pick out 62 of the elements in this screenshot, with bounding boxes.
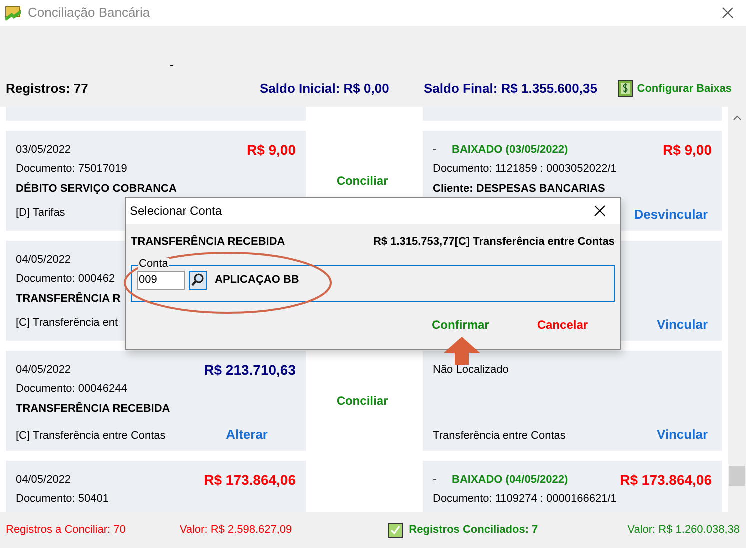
app-icon xyxy=(4,4,22,22)
match-document: Documento: 1109274 : 0000166621/1 xyxy=(433,493,617,505)
dash-text: - xyxy=(433,472,438,488)
record-amount: R$ 9,00 xyxy=(246,140,296,160)
record-category: [D] Tarifas xyxy=(16,206,66,221)
money-icon xyxy=(618,80,634,98)
search-button[interactable] xyxy=(189,270,207,290)
reconciled-count: Registros Conciliados: 7 xyxy=(409,522,538,538)
group-legend: Conta xyxy=(138,258,170,270)
configure-button[interactable]: Configurar Baixas xyxy=(618,80,732,98)
reconciled-value: Valor: R$ 1.260.038,38 xyxy=(628,522,740,538)
account-code-field[interactable]: 009 xyxy=(137,270,185,290)
record-amount: R$ 213.710,63 xyxy=(204,360,296,380)
record-date: 03/05/2022 xyxy=(16,142,72,158)
link-link[interactable]: Vincular xyxy=(656,425,708,444)
confirm-button[interactable]: Confirmar xyxy=(432,316,490,334)
record-document: Documento: 75017019 xyxy=(16,163,128,175)
record-title: TRANSFERÊNCIA R xyxy=(16,293,121,305)
closing-balance: Saldo Final: R$ 1.355.600,35 xyxy=(424,80,598,98)
link-link[interactable]: Vincular xyxy=(656,315,708,334)
record-date: 04/05/2022 xyxy=(16,252,72,268)
status-text: BAIXADO (03/05/2022) xyxy=(452,142,568,158)
record-amount: R$ 173.864,06 xyxy=(204,470,296,490)
dash-text: - xyxy=(433,142,438,158)
record-title: TRANSFERÊNCIA RECEBIDA xyxy=(16,403,170,415)
reconcile-link[interactable]: Conciliar xyxy=(336,392,388,410)
record-document: Documento: 00046244 xyxy=(16,383,128,395)
record-category: [C] Transferência ent xyxy=(16,316,118,331)
unlink-link[interactable]: Desvincular xyxy=(634,205,708,224)
match-category: Transferência entre Contas xyxy=(433,429,566,444)
scroll-up-icon[interactable] xyxy=(732,115,742,121)
transaction-title: TRANSFERÊNCIA RECEBIDA xyxy=(131,234,286,250)
reconcile-link[interactable]: Conciliar xyxy=(336,172,388,190)
dash-text: - xyxy=(170,57,174,74)
cancel-button[interactable]: Cancelar xyxy=(537,316,588,334)
scroll-thumb[interactable] xyxy=(729,466,745,486)
match-amount: R$ 173.864,06 xyxy=(620,470,712,490)
alterar-link[interactable]: Alterar xyxy=(226,425,268,444)
window-title: Conciliação Bancária xyxy=(28,4,150,22)
search-icon xyxy=(191,273,205,287)
opening-balance: Saldo Inicial: R$ 0,00 xyxy=(260,80,390,98)
pending-count: Registros a Conciliar: 70 xyxy=(6,522,126,538)
account-name: APLICAÇAO BB xyxy=(215,272,300,288)
close-icon[interactable] xyxy=(722,7,734,19)
pending-value: Valor: R$ 2.598.627,09 xyxy=(180,522,292,538)
match-amount: R$ 9,00 xyxy=(662,140,712,160)
up-arrow-icon xyxy=(444,337,480,365)
close-icon[interactable] xyxy=(594,205,606,217)
match-document: Documento: 1121859 : 0003052022/1 xyxy=(433,163,617,175)
record-date: 04/05/2022 xyxy=(16,362,72,378)
record-category: [C] Transferência entre Contas xyxy=(16,429,166,444)
dialog-title: Selecionar Conta xyxy=(130,203,222,220)
status-text: BAIXADO (04/05/2022) xyxy=(452,472,568,488)
transaction-amount: R$ 1.315.753,77[C] Transferência entre Contas xyxy=(373,235,615,250)
client-text: Cliente: DESPESAS BANCARIAS xyxy=(433,183,606,195)
record-document: Documento: 50401 xyxy=(16,493,109,505)
record-title: DÉBITO SERVIÇO COBRANCA xyxy=(16,183,177,195)
check-icon xyxy=(388,522,404,538)
records-count: Registros: 77 xyxy=(6,80,90,98)
record-date: 04/05/2022 xyxy=(16,472,72,488)
record-document: Documento: 000462 xyxy=(16,273,116,285)
not-found-text: Não Localizado xyxy=(433,362,509,378)
